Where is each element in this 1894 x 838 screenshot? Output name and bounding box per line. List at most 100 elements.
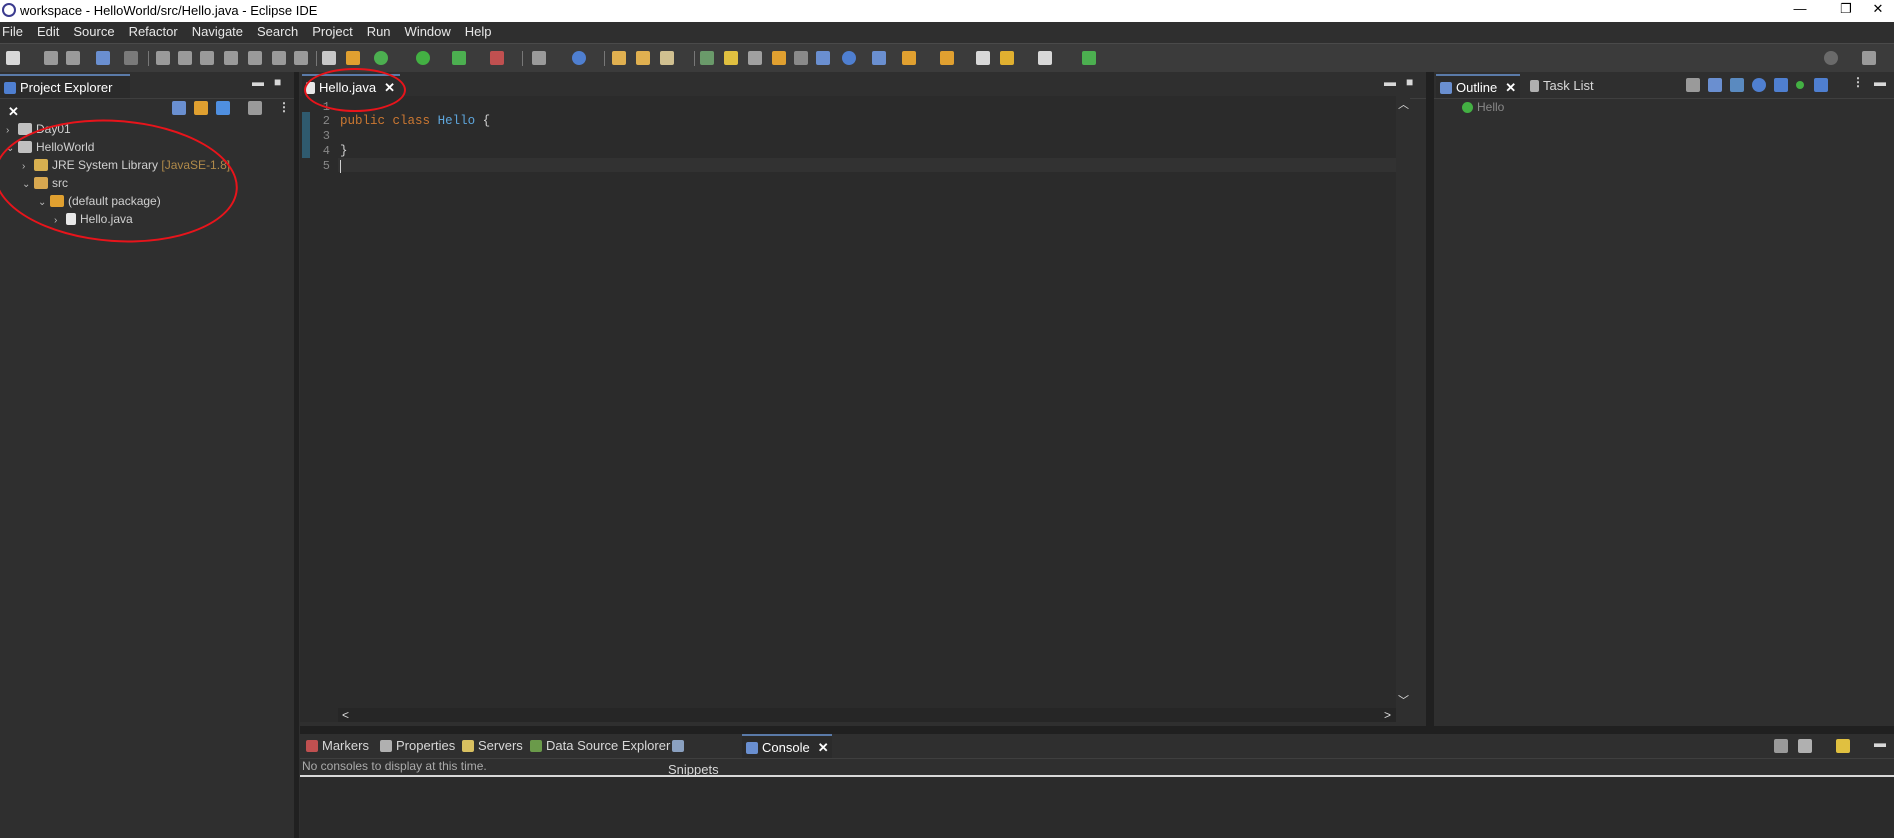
menu-run[interactable]: Run bbox=[361, 22, 399, 42]
console-output-area[interactable] bbox=[300, 777, 1894, 838]
previous-annotation-icon[interactable] bbox=[940, 51, 954, 65]
tab-markers[interactable]: Markers bbox=[302, 734, 372, 758]
vertical-scrollbar[interactable]: ︿ ﹀ bbox=[1396, 96, 1410, 708]
build-icon[interactable] bbox=[322, 51, 336, 65]
step-return-icon[interactable] bbox=[294, 51, 308, 65]
back-icon[interactable] bbox=[1000, 51, 1014, 65]
block-selection-icon[interactable] bbox=[748, 51, 762, 65]
word-wrap-icon[interactable] bbox=[772, 51, 786, 65]
suspend-icon[interactable] bbox=[178, 51, 192, 65]
disconnect-icon[interactable] bbox=[224, 51, 238, 65]
sash-bottom[interactable] bbox=[300, 726, 1894, 734]
scroll-down-icon[interactable]: ﹀ bbox=[1398, 692, 1409, 708]
hide-nonpublic-icon[interactable] bbox=[1796, 81, 1804, 89]
focus-icon[interactable] bbox=[248, 101, 262, 115]
globe-icon[interactable] bbox=[842, 51, 856, 65]
view-menu-icon[interactable]: ⋮ bbox=[278, 100, 290, 114]
close-icon[interactable]: ✕ bbox=[818, 736, 829, 760]
minimize-icon[interactable]: ▬ bbox=[1874, 736, 1886, 750]
menu-navigate[interactable]: Navigate bbox=[186, 22, 251, 42]
maximize-icon[interactable]: ■ bbox=[1406, 75, 1413, 89]
open-task-icon[interactable] bbox=[636, 51, 650, 65]
minimize-icon[interactable]: ▬ bbox=[252, 75, 264, 89]
bottom-panel: Markers Properties Servers Data Source E… bbox=[300, 734, 1894, 838]
link-with-editor-icon[interactable] bbox=[194, 101, 208, 115]
close-icon[interactable]: ✕ bbox=[1505, 76, 1516, 100]
minimize-icon[interactable]: ▬ bbox=[1384, 75, 1396, 89]
open-type-icon[interactable] bbox=[612, 51, 626, 65]
minimize-button[interactable]: — bbox=[1780, 1, 1820, 21]
outline-item-hello[interactable]: Hello bbox=[1462, 98, 1504, 116]
menu-project[interactable]: Project bbox=[306, 22, 360, 42]
horizontal-scrollbar[interactable]: < > bbox=[338, 708, 1396, 722]
external-tools-icon[interactable] bbox=[490, 51, 504, 65]
collapse-all-icon[interactable] bbox=[1708, 78, 1722, 92]
debug-icon[interactable] bbox=[374, 51, 388, 65]
sort-icon[interactable] bbox=[1686, 78, 1700, 92]
menu-source[interactable]: Source bbox=[67, 22, 122, 42]
scroll-left-icon[interactable]: < bbox=[342, 708, 349, 722]
step-into-icon[interactable] bbox=[248, 51, 262, 65]
sort-alpha-icon[interactable] bbox=[1730, 78, 1744, 92]
save-icon[interactable] bbox=[44, 51, 58, 65]
tab-snippets[interactable]: Snippets bbox=[668, 734, 738, 777]
toggle-mark-icon[interactable] bbox=[700, 51, 714, 65]
tab-project-explorer[interactable]: Project Explorer✕ bbox=[0, 74, 130, 119]
step-over-icon[interactable] bbox=[272, 51, 286, 65]
run-icon[interactable] bbox=[416, 51, 430, 65]
perspective-icon[interactable] bbox=[1862, 51, 1876, 65]
new-server-icon[interactable] bbox=[532, 51, 546, 65]
display-console-icon[interactable] bbox=[1774, 739, 1788, 753]
new-icon[interactable] bbox=[6, 51, 20, 65]
brace-close: } bbox=[340, 144, 348, 158]
tab-servers[interactable]: Servers bbox=[458, 734, 528, 758]
close-window-button[interactable]: ✕ bbox=[1858, 1, 1894, 21]
open-console-icon[interactable] bbox=[1836, 739, 1850, 753]
java-tools-icon[interactable] bbox=[346, 51, 360, 65]
web-browser-icon[interactable] bbox=[572, 51, 586, 65]
menu-file[interactable]: File bbox=[0, 22, 31, 42]
paragraph-icon[interactable] bbox=[816, 51, 830, 65]
collapse-all-icon[interactable] bbox=[172, 101, 186, 115]
next-annotation-icon[interactable] bbox=[902, 51, 916, 65]
tab-data-source-explorer[interactable]: Data Source Explorer bbox=[526, 734, 674, 758]
tab-properties[interactable]: Properties bbox=[376, 734, 458, 758]
search-tool-icon[interactable] bbox=[660, 51, 674, 65]
minimize-icon[interactable]: ▬ bbox=[1874, 75, 1886, 89]
tab-console[interactable]: Console ✕ bbox=[742, 734, 832, 758]
search-icon[interactable] bbox=[1824, 51, 1838, 65]
forward-icon[interactable] bbox=[1038, 51, 1052, 65]
show-whitespace-icon[interactable] bbox=[794, 51, 808, 65]
terminal-icon[interactable] bbox=[96, 51, 110, 65]
resume-icon[interactable] bbox=[156, 51, 170, 65]
hide-fields-icon[interactable] bbox=[1752, 78, 1766, 92]
scroll-up-icon[interactable]: ︿ bbox=[1398, 96, 1409, 112]
scroll-right-icon[interactable]: > bbox=[1384, 708, 1391, 722]
tab-data-source-explorer-label: Data Source Explorer bbox=[546, 738, 671, 753]
sash-left[interactable] bbox=[294, 72, 299, 838]
menu-window[interactable]: Window bbox=[399, 22, 459, 42]
maximize-icon[interactable]: ■ bbox=[274, 75, 281, 89]
menu-search[interactable]: Search bbox=[251, 22, 306, 42]
hide-static-icon[interactable] bbox=[1774, 78, 1788, 92]
console-options-icon[interactable] bbox=[1798, 739, 1812, 753]
tab-markers-label: Markers bbox=[322, 738, 369, 753]
menu-help[interactable]: Help bbox=[459, 22, 500, 42]
filter-icon[interactable] bbox=[216, 101, 230, 115]
tab-task-list[interactable]: Task List bbox=[1526, 74, 1616, 98]
skip-breakpoints-icon[interactable] bbox=[124, 51, 138, 65]
coverage-icon[interactable] bbox=[452, 51, 466, 65]
terminate-icon[interactable] bbox=[200, 51, 214, 65]
pin-icon[interactable] bbox=[872, 51, 886, 65]
hide-local-types-icon[interactable] bbox=[1814, 78, 1828, 92]
open-perspective-icon[interactable] bbox=[1082, 51, 1096, 65]
sash-right[interactable] bbox=[1426, 72, 1434, 726]
view-menu-icon[interactable]: ⋮ bbox=[1852, 75, 1864, 89]
menu-refactor[interactable]: Refactor bbox=[123, 22, 186, 42]
tab-outline[interactable]: Outline ✕ bbox=[1436, 74, 1520, 98]
code-editor[interactable]: 1 2 3 4 5 public class Hello { } ︿ ﹀ < > bbox=[300, 96, 1410, 722]
last-edit-location-icon[interactable] bbox=[976, 51, 990, 65]
save-all-icon[interactable] bbox=[66, 51, 80, 65]
highlight-icon[interactable] bbox=[724, 51, 738, 65]
menu-edit[interactable]: Edit bbox=[31, 22, 67, 42]
